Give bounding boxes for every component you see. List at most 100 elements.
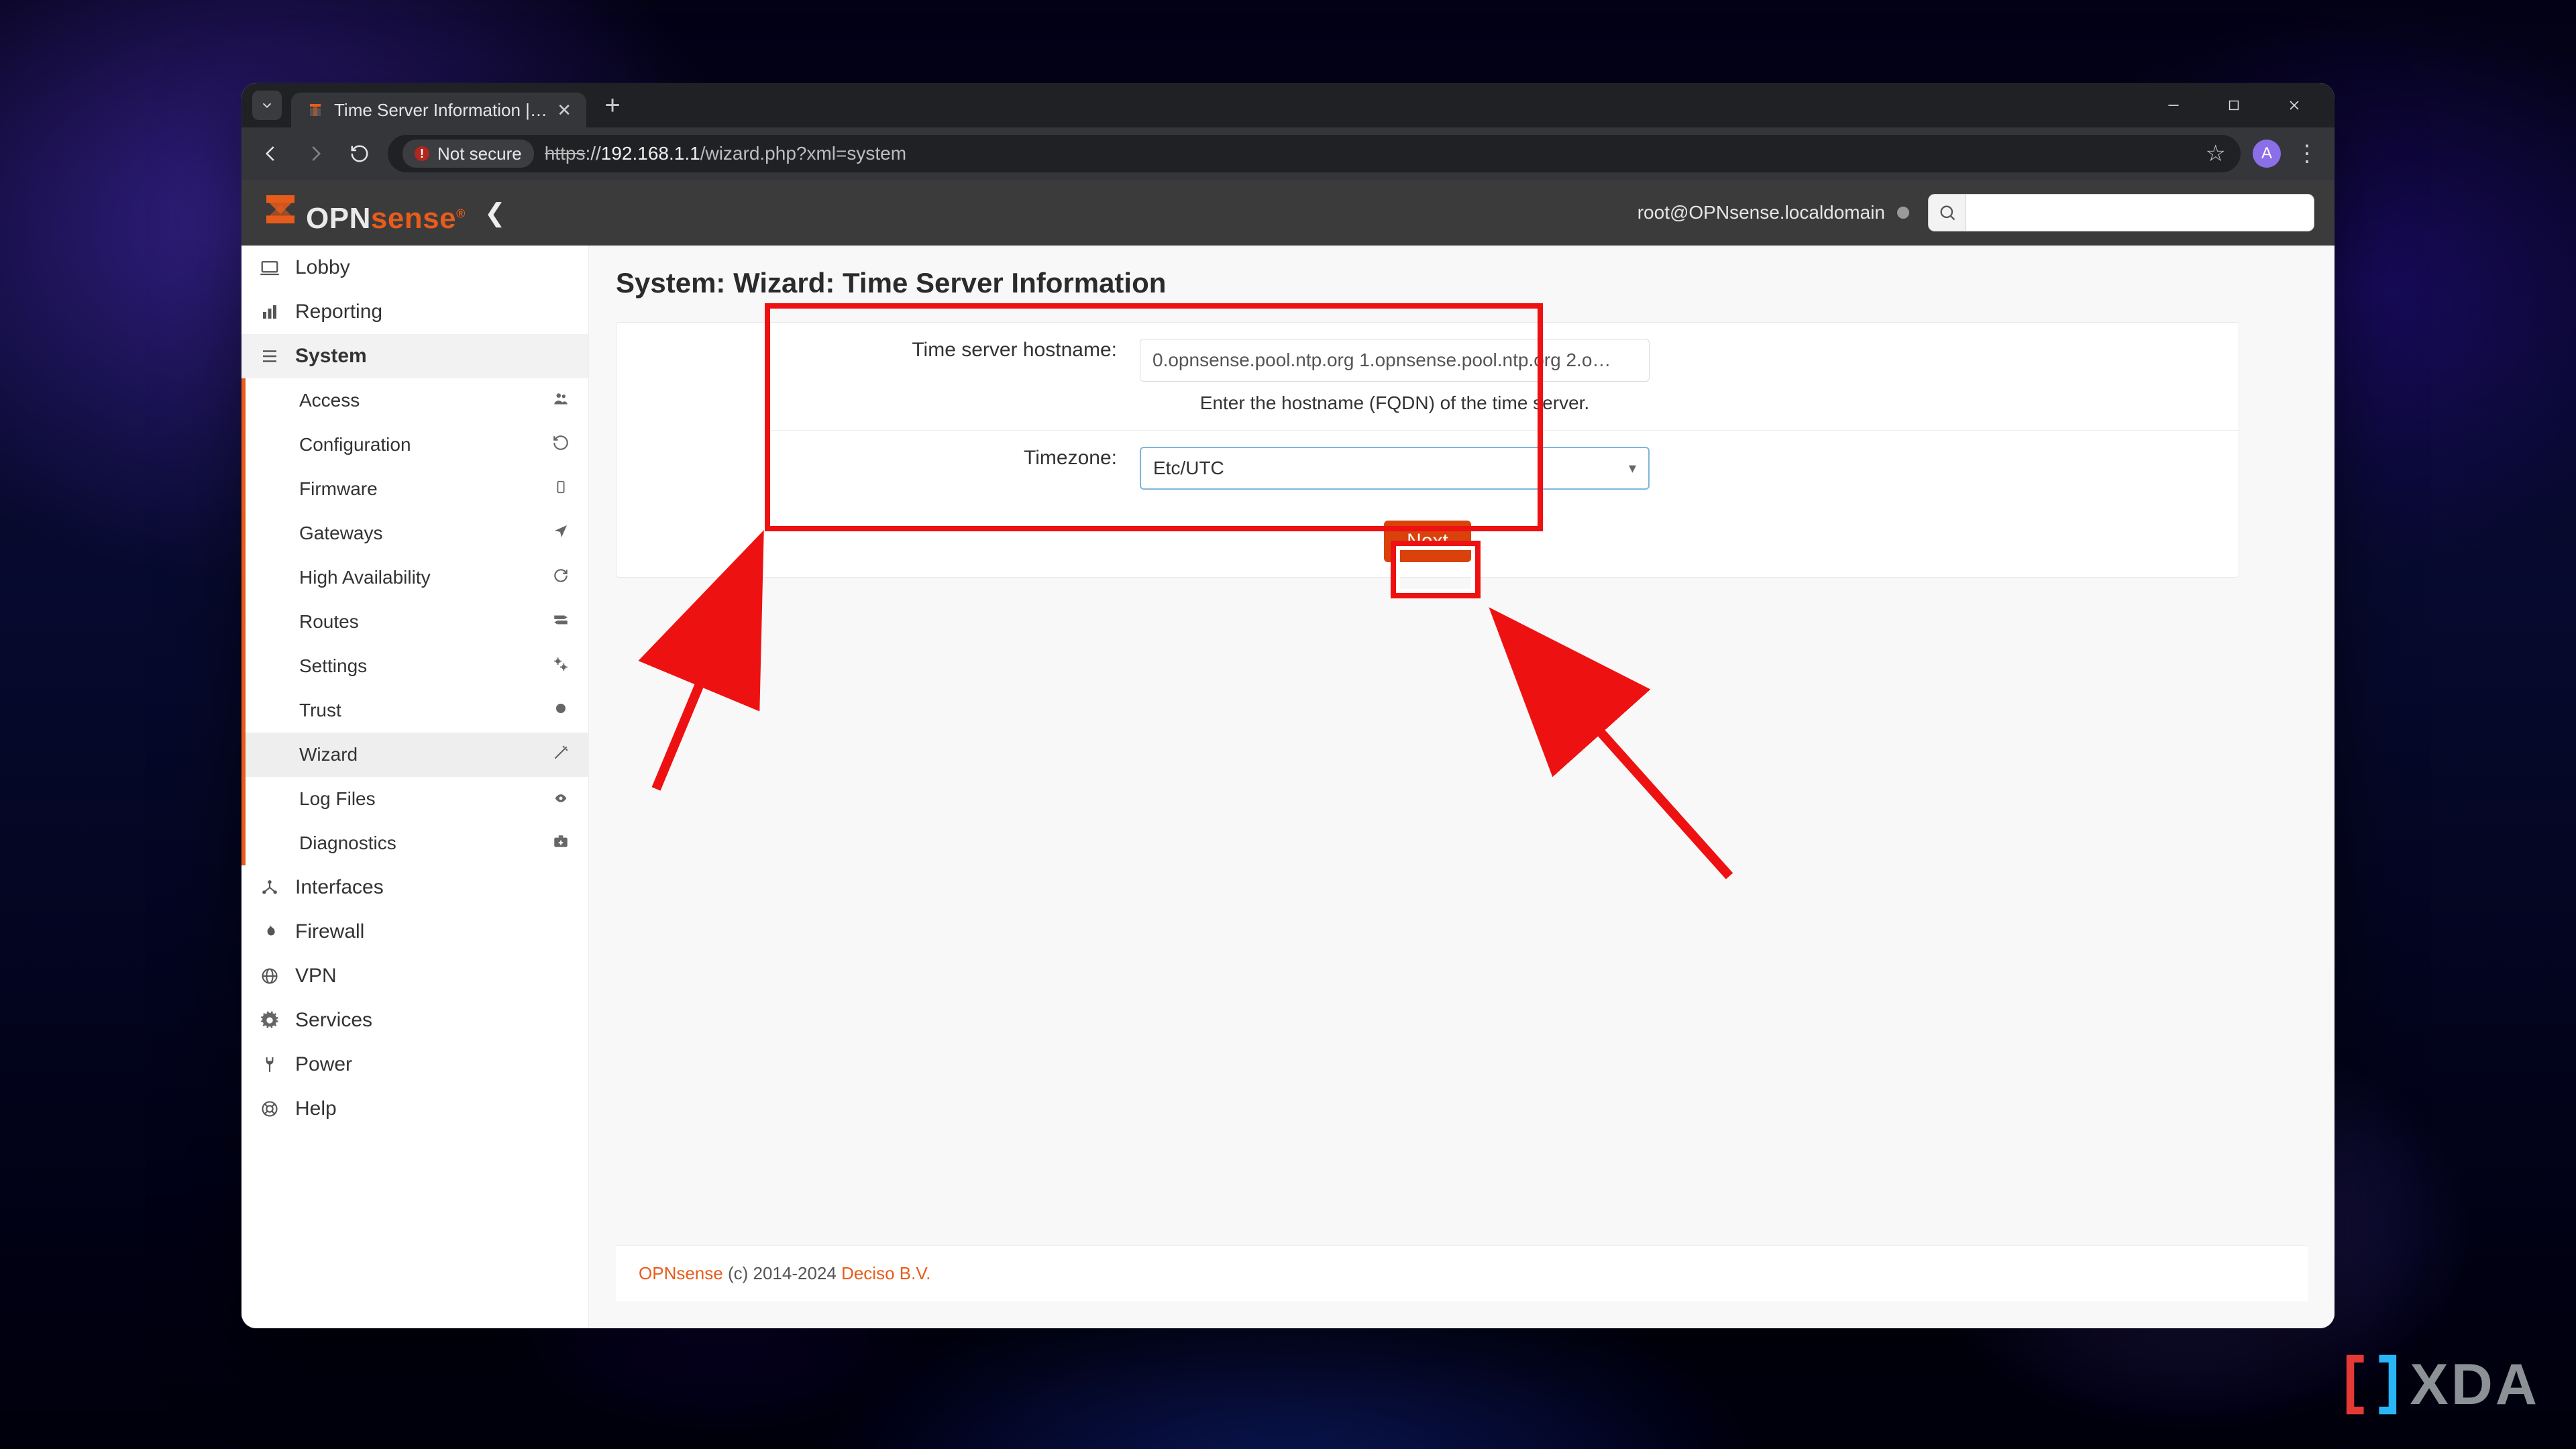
signpost-icon [549,611,572,633]
sidebar-item-firewall[interactable]: Firewall [241,910,588,954]
window-minimize-button[interactable] [2144,88,2203,123]
sidebar-item-label: Access [299,390,360,411]
logo-text: OPNsense® [306,202,466,235]
refresh-icon [549,567,572,589]
caret-down-icon: ▾ [1629,460,1636,477]
sidebar-sub-routes[interactable]: Routes [246,600,588,644]
sidebar-sub-settings[interactable]: Settings [246,644,588,688]
sidebar-item-label: Configuration [299,434,411,455]
seal-icon [549,700,572,721]
sidebar-item-label: High Availability [299,567,431,588]
footer-company-link[interactable]: Deciso B.V. [841,1263,930,1283]
wizard-panel: Time server hostname: Enter the hostname… [616,322,2239,578]
tab-search-button[interactable] [252,91,282,120]
sidebar-sub-configuration[interactable]: Configuration [246,423,588,467]
sidebar-item-services[interactable]: Services [241,998,588,1042]
profile-avatar[interactable]: A [2253,140,2281,168]
sidebar-sub-gateways[interactable]: Gateways [246,511,588,555]
timezone-select[interactable]: Etc/UTC ▾ [1140,447,1650,490]
fire-icon [258,922,282,942]
sidebar-item-label: Lobby [295,256,350,279]
laptop-icon [258,258,282,278]
tab-title: Time Server Information | Wiza… [334,100,547,121]
sidebar-item-label: Diagnostics [299,833,396,854]
sidebar-sub-access[interactable]: Access [246,378,588,423]
sidebar-item-label: VPN [295,965,337,987]
app-body: Lobby Reporting System Access Configurat… [241,246,2334,1328]
not-secure-icon: ! [415,146,429,161]
browser-menu-button[interactable]: ⋮ [2293,140,2321,167]
sidebar-item-help[interactable]: Help [241,1087,588,1131]
app-header: OPNsense® ❮ root@OPNsense.localdomain [241,180,2334,246]
opnsense-logo[interactable]: OPNsense® [262,191,466,235]
window-maximize-button[interactable] [2204,88,2263,123]
browser-tab-active[interactable]: Time Server Information | Wiza… ✕ [291,93,586,127]
timeserver-help: Enter the hostname (FQDN) of the time se… [1140,392,1650,414]
plug-icon [258,1055,282,1075]
sidebar-item-interfaces[interactable]: Interfaces [241,865,588,910]
header-user[interactable]: root@OPNsense.localdomain [1638,202,1909,223]
sidebar-item-label: Wizard [299,744,358,765]
tab-favicon-icon [306,101,325,119]
sidebar-item-label: Routes [299,611,359,633]
browser-window: Time Server Information | Wiza… ✕ + ! No… [241,83,2334,1328]
browser-toolbar: ! Not secure https://192.168.1.1/wizard.… [241,127,2334,180]
url-text: https://192.168.1.1/wizard.php?xml=syste… [545,143,906,164]
xda-watermark: XDA [2341,1351,2540,1418]
sidebar-sub-log-files[interactable]: Log Files [246,777,588,821]
globe-icon [258,967,282,985]
chart-icon [258,302,282,322]
app-footer: OPNsense (c) 2014-2024 Deciso B.V. [616,1245,2308,1301]
nav-back-button[interactable] [255,138,287,170]
sidebar-collapse-button[interactable]: ❮ [484,198,506,228]
sidebar-item-label: Help [295,1097,337,1120]
timeserver-label: Time server hostname: [764,339,1140,362]
search-input[interactable] [1966,194,2314,231]
gears-icon [549,655,572,678]
sidebar-item-lobby[interactable]: Lobby [241,246,588,290]
footer-brand-link[interactable]: OPNsense [639,1263,723,1283]
header-search [1928,194,2314,231]
wand-icon [549,744,572,766]
bookmark-star-icon[interactable]: ☆ [2206,140,2226,167]
device-icon [549,478,572,501]
sidebar-item-power[interactable]: Power [241,1042,588,1087]
next-button[interactable]: Next [1384,521,1471,562]
page-title: System: Wizard: Time Server Information [616,267,2308,299]
sidebar-item-reporting[interactable]: Reporting [241,290,588,334]
sidebar-sub-wizard[interactable]: Wizard [246,733,588,777]
new-tab-button[interactable]: + [598,91,627,121]
browser-tabstrip: Time Server Information | Wiza… ✕ + [241,83,2334,127]
users-icon [549,390,572,412]
sidebar-item-label: Firmware [299,478,378,500]
opnsense-app: OPNsense® ❮ root@OPNsense.localdomain Lo… [241,180,2334,1328]
sidebar-sub-high-availability[interactable]: High Availability [246,555,588,600]
sidebar-item-label: Log Files [299,788,376,810]
eye-icon [549,789,572,810]
sidebar-item-label: Interfaces [295,876,384,899]
header-user-label: root@OPNsense.localdomain [1638,202,1885,223]
xda-text: XDA [2410,1352,2540,1418]
history-icon [549,434,572,456]
sidebar-sub-trust[interactable]: Trust [246,688,588,733]
sidebar-item-system[interactable]: System [241,334,588,378]
address-bar[interactable]: ! Not secure https://192.168.1.1/wizard.… [388,135,2241,172]
search-button[interactable] [1928,194,1966,231]
sidebar-item-label: Reporting [295,301,382,323]
reload-button[interactable] [343,138,376,170]
sidebar-item-label: Services [295,1009,372,1032]
timeserver-input[interactable] [1140,339,1650,382]
window-close-button[interactable] [2265,88,2324,123]
location-arrow-icon [549,523,572,544]
security-chip[interactable]: ! Not secure [402,140,534,168]
nav-forward-button[interactable] [299,138,331,170]
sidebar-item-vpn[interactable]: VPN [241,954,588,998]
content-area: System: Wizard: Time Server Information … [589,246,2334,1328]
sidebar-sub-firmware[interactable]: Firmware [246,467,588,511]
sidebar-item-label: Settings [299,655,367,677]
sidebar-item-label: Power [295,1053,352,1076]
not-secure-label: Not secure [437,144,522,164]
sidebar-sub-diagnostics[interactable]: Diagnostics [246,821,588,865]
sidebar-item-label: Trust [299,700,341,721]
tab-close-button[interactable]: ✕ [557,100,572,121]
